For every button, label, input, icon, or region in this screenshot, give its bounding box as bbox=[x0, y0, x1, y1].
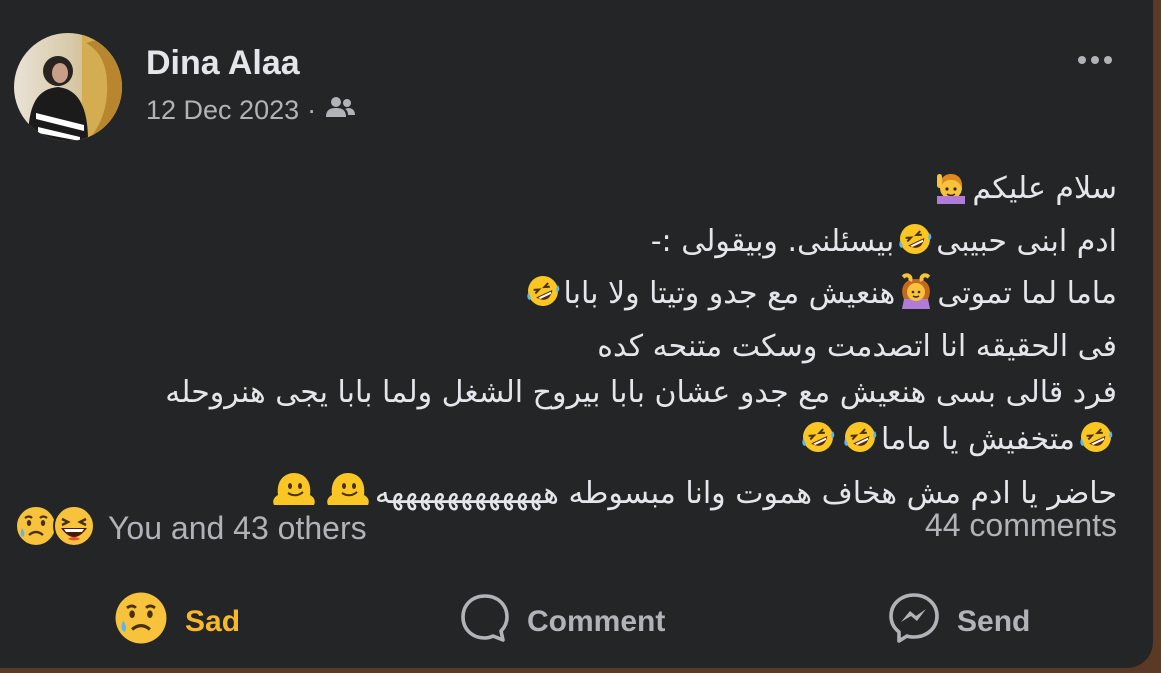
post-line: فى الحقيقه انا اتصدمت وسكت متنحه كده bbox=[597, 328, 1117, 364]
comment-label: Comment bbox=[527, 605, 666, 638]
comment-icon bbox=[459, 592, 511, 652]
post-line: متخفيش يا ماما bbox=[7, 417, 1117, 470]
avatar[interactable] bbox=[14, 33, 122, 141]
reactions-summary-text[interactable]: You and 43 others bbox=[108, 510, 367, 547]
post-card: Dina Alaa 12 Dec 2023 · سلام عليكم ادم ا… bbox=[0, 0, 1153, 668]
comment-button[interactable]: Comment bbox=[459, 592, 665, 652]
sad-icon bbox=[113, 590, 169, 654]
sad-reaction-button[interactable]: Sad bbox=[113, 592, 240, 652]
haha-reaction-icon bbox=[52, 504, 96, 552]
rofl-icon bbox=[897, 221, 933, 272]
sad-label: Sad bbox=[185, 605, 241, 638]
post-line: ماما لما تموتىهنعيش مع جدو وتيتا ولا باب… bbox=[7, 271, 1117, 324]
friends-icon[interactable] bbox=[324, 95, 356, 126]
woman-gesturing-ok-icon bbox=[898, 273, 934, 324]
messenger-icon bbox=[887, 591, 941, 653]
post-meta: 12 Dec 2023 · bbox=[146, 95, 356, 126]
rofl-icon bbox=[1078, 419, 1114, 470]
reactions-summary[interactable]: You and 43 others bbox=[14, 504, 367, 552]
send-label: Send bbox=[957, 605, 1031, 638]
rofl-icon bbox=[842, 419, 878, 470]
author-name[interactable]: Dina Alaa bbox=[146, 44, 300, 83]
post-line: سلام عليكم bbox=[7, 166, 1117, 219]
post-line: فرد قالى بسى هنعيش مع جدو عشان بابا بيرو… bbox=[165, 375, 1117, 410]
comments-count[interactable]: 44 comments bbox=[925, 507, 1117, 544]
meta-separator: · bbox=[307, 95, 317, 125]
more-options-icon[interactable] bbox=[1078, 50, 1122, 70]
post-line: ادم ابنى حبيبىبيسئلنى. وبيقولى :- bbox=[7, 219, 1117, 272]
rofl-icon bbox=[800, 419, 836, 470]
post-date[interactable]: 12 Dec 2023 bbox=[146, 95, 299, 126]
send-button[interactable]: Send bbox=[887, 592, 1030, 652]
woman-raising-hand-icon bbox=[933, 168, 969, 219]
post-text: سلام عليكم ادم ابنى حبيبىبيسئلنى. وبيقول… bbox=[7, 166, 1117, 524]
rofl-icon bbox=[525, 273, 561, 324]
